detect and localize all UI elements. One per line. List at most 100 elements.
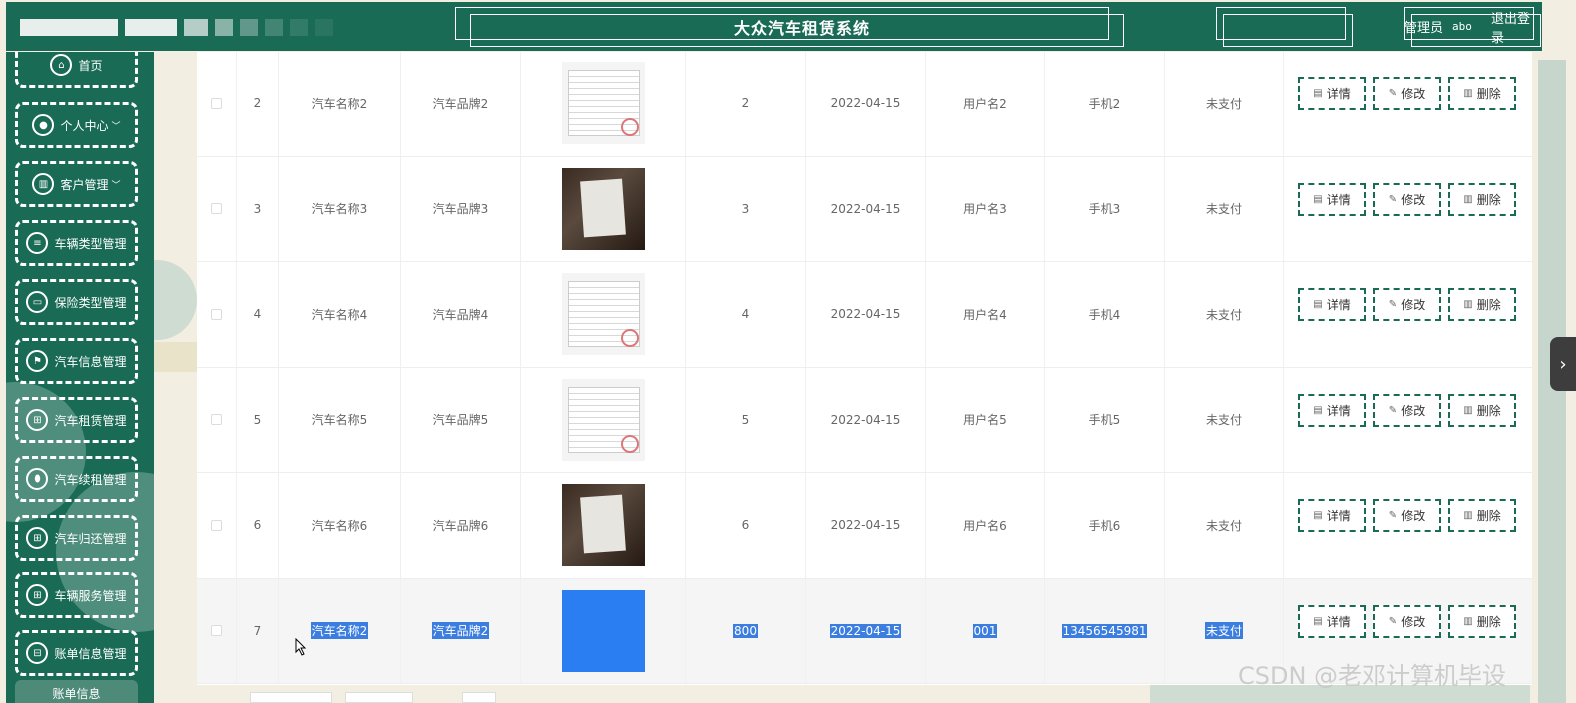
cell-status: 未支付 bbox=[1165, 156, 1284, 261]
row-checkbox[interactable] bbox=[211, 97, 222, 109]
top-header: 大众汽车租赁系统 管理员 abo 退出登录 bbox=[6, 2, 1542, 51]
cell-image bbox=[521, 367, 686, 472]
cell-phone: 手机5 bbox=[1045, 367, 1165, 472]
car-image[interactable] bbox=[561, 167, 645, 250]
cell-car-brand: 汽车品牌5 bbox=[401, 367, 521, 472]
cell-status: 未支付 bbox=[1165, 367, 1284, 472]
document-icon: ▤ bbox=[1313, 88, 1323, 99]
car-image[interactable] bbox=[561, 589, 645, 672]
detail-button[interactable]: ▤ 详情 bbox=[1298, 393, 1366, 427]
sidebar-item-profile[interactable]: ● 个人中心 ﹀ bbox=[15, 102, 138, 148]
row-checkbox[interactable] bbox=[211, 414, 222, 426]
cell-amount: 3 bbox=[686, 156, 806, 261]
sidebar-item-label: 车辆服务管理 bbox=[54, 588, 127, 603]
cell-index: 6 bbox=[237, 473, 279, 578]
table-row: 5 汽车名称5 汽车品牌5 5 2022-04-15 用户名5 手机5 未支付 … bbox=[197, 367, 1532, 473]
delete-button[interactable]: ▥ 删除 bbox=[1448, 393, 1516, 427]
sidebar-item-car-rental[interactable]: ⊞ 汽车租赁管理 bbox=[15, 397, 138, 443]
delete-button[interactable]: ▥ 删除 bbox=[1448, 77, 1516, 110]
document-icon: ▤ bbox=[1313, 299, 1323, 310]
logout-button[interactable]: 退出登录 bbox=[1491, 2, 1542, 51]
sidebar-item-home[interactable]: ⌂ 首页 bbox=[15, 52, 138, 88]
edit-button[interactable]: ✎ 修改 bbox=[1373, 604, 1441, 638]
cell-actions: ▤ 详情 ✎ 修改 ▥ 删除 bbox=[1284, 52, 1532, 156]
delete-button[interactable]: ▥ 删除 bbox=[1448, 499, 1516, 532]
cell-phone: 手机6 bbox=[1045, 473, 1165, 578]
header-logo-block bbox=[20, 19, 118, 36]
pencil-icon: ✎ bbox=[1388, 615, 1398, 627]
cell-actions: ▤ 详情 ✎ 修改 ▥ 删除 bbox=[1284, 473, 1532, 578]
detail-button[interactable]: ▤ 详情 bbox=[1298, 182, 1366, 216]
cell-username: 001 bbox=[926, 578, 1045, 683]
cell-phone: 手机2 bbox=[1045, 52, 1165, 156]
detail-button[interactable]: ▤ 详情 bbox=[1298, 288, 1366, 321]
username-label: abo bbox=[1452, 20, 1472, 33]
sidebar-item-rental-renewal[interactable]: ⬮ 汽车续租管理 bbox=[15, 456, 138, 502]
cell-car-name: 汽车名称3 bbox=[279, 156, 401, 261]
sidebar-item-car-return[interactable]: ⊞ 汽车归还管理 bbox=[15, 515, 138, 561]
pencil-icon: ✎ bbox=[1388, 510, 1398, 521]
row-checkbox[interactable] bbox=[211, 308, 222, 320]
cell-index: 4 bbox=[237, 262, 279, 367]
pencil-icon: ✎ bbox=[1388, 404, 1398, 416]
pencil-icon: ✎ bbox=[1388, 299, 1398, 310]
cell-amount: 6 bbox=[686, 473, 806, 578]
flag-icon: ⚑ bbox=[26, 350, 49, 372]
header-logo-block-3 bbox=[184, 19, 208, 36]
cell-amount: 5 bbox=[686, 367, 806, 472]
car-image[interactable] bbox=[561, 273, 645, 356]
cell-status: 未支付 bbox=[1165, 52, 1284, 156]
sidebar-item-label: 汽车租赁管理 bbox=[54, 413, 127, 428]
row-checkbox-cell bbox=[197, 367, 237, 472]
cell-username: 用户名2 bbox=[926, 52, 1045, 156]
pagination-jump[interactable] bbox=[462, 692, 496, 703]
sidebar-submenu-billing-info[interactable]: 账单信息 bbox=[15, 680, 138, 703]
cell-image bbox=[521, 156, 686, 261]
detail-button[interactable]: ▤ 详情 bbox=[1298, 499, 1366, 532]
sidebar-item-car-info[interactable]: ⚑ 汽车信息管理 bbox=[15, 338, 138, 384]
car-image[interactable] bbox=[561, 378, 645, 461]
pencil-icon: ✎ bbox=[1388, 88, 1398, 99]
sidebar-item-customers[interactable]: ▥ 客户管理 ﹀ bbox=[15, 161, 138, 207]
row-checkbox[interactable] bbox=[211, 203, 222, 215]
trash-icon: ▥ bbox=[1463, 404, 1473, 416]
cell-car-brand: 汽车品牌2 bbox=[401, 578, 521, 683]
pagination-input[interactable] bbox=[250, 692, 332, 703]
car-image[interactable] bbox=[561, 62, 645, 145]
row-checkbox[interactable] bbox=[211, 519, 222, 531]
header-logo-block-6 bbox=[265, 19, 283, 36]
delete-button[interactable]: ▥ 删除 bbox=[1448, 288, 1516, 321]
table-row: 6 汽车名称6 汽车品牌6 6 2022-04-15 用户名6 手机6 未支付 … bbox=[197, 473, 1532, 579]
detail-button[interactable]: ▤ 详情 bbox=[1298, 77, 1366, 110]
trash-icon: ▥ bbox=[1463, 193, 1473, 205]
sidebar-item-label: 个人中心 bbox=[60, 118, 109, 133]
sidebar-item-vehicle-service[interactable]: ⊞ 车辆服务管理 bbox=[15, 572, 138, 618]
sidebar-item-label: 保险类型管理 bbox=[54, 295, 127, 310]
user-frame-inner bbox=[1223, 14, 1353, 47]
cell-date: 2022-04-15 bbox=[806, 52, 926, 156]
edit-button[interactable]: ✎ 修改 bbox=[1373, 288, 1441, 321]
row-checkbox[interactable] bbox=[211, 625, 222, 637]
edit-button[interactable]: ✎ 修改 bbox=[1373, 499, 1441, 532]
sidebar-item-insurance-types[interactable]: ▭ 保险类型管理 bbox=[15, 279, 138, 325]
sidebar-item-billing[interactable]: ⊟ 账单信息管理 bbox=[15, 630, 138, 676]
car-image[interactable] bbox=[561, 484, 645, 567]
detail-button[interactable]: ▤ 详情 bbox=[1298, 604, 1366, 638]
chevron-right-icon[interactable]: › bbox=[1550, 337, 1576, 391]
pagination-select[interactable] bbox=[345, 692, 413, 703]
trash-icon: ▥ bbox=[1463, 510, 1473, 521]
delete-button[interactable]: ▥ 删除 bbox=[1448, 604, 1516, 638]
edit-button[interactable]: ✎ 修改 bbox=[1373, 182, 1441, 216]
row-checkbox-cell bbox=[197, 578, 237, 683]
edit-button[interactable]: ✎ 修改 bbox=[1373, 393, 1441, 427]
edit-button[interactable]: ✎ 修改 bbox=[1373, 77, 1441, 110]
header-logo-block-4 bbox=[215, 19, 233, 36]
sidebar-item-label: 客户管理 bbox=[60, 177, 109, 192]
cell-date: 2022-04-15 bbox=[806, 473, 926, 578]
sidebar-item-vehicle-types[interactable]: ≡ 车辆类型管理 bbox=[15, 220, 138, 266]
sidebar-item-label: 汽车信息管理 bbox=[54, 354, 127, 369]
cell-username: 用户名5 bbox=[926, 367, 1045, 472]
cell-username: 用户名4 bbox=[926, 262, 1045, 367]
delete-button[interactable]: ▥ 删除 bbox=[1448, 182, 1516, 216]
document-icon: ▤ bbox=[1313, 510, 1323, 521]
